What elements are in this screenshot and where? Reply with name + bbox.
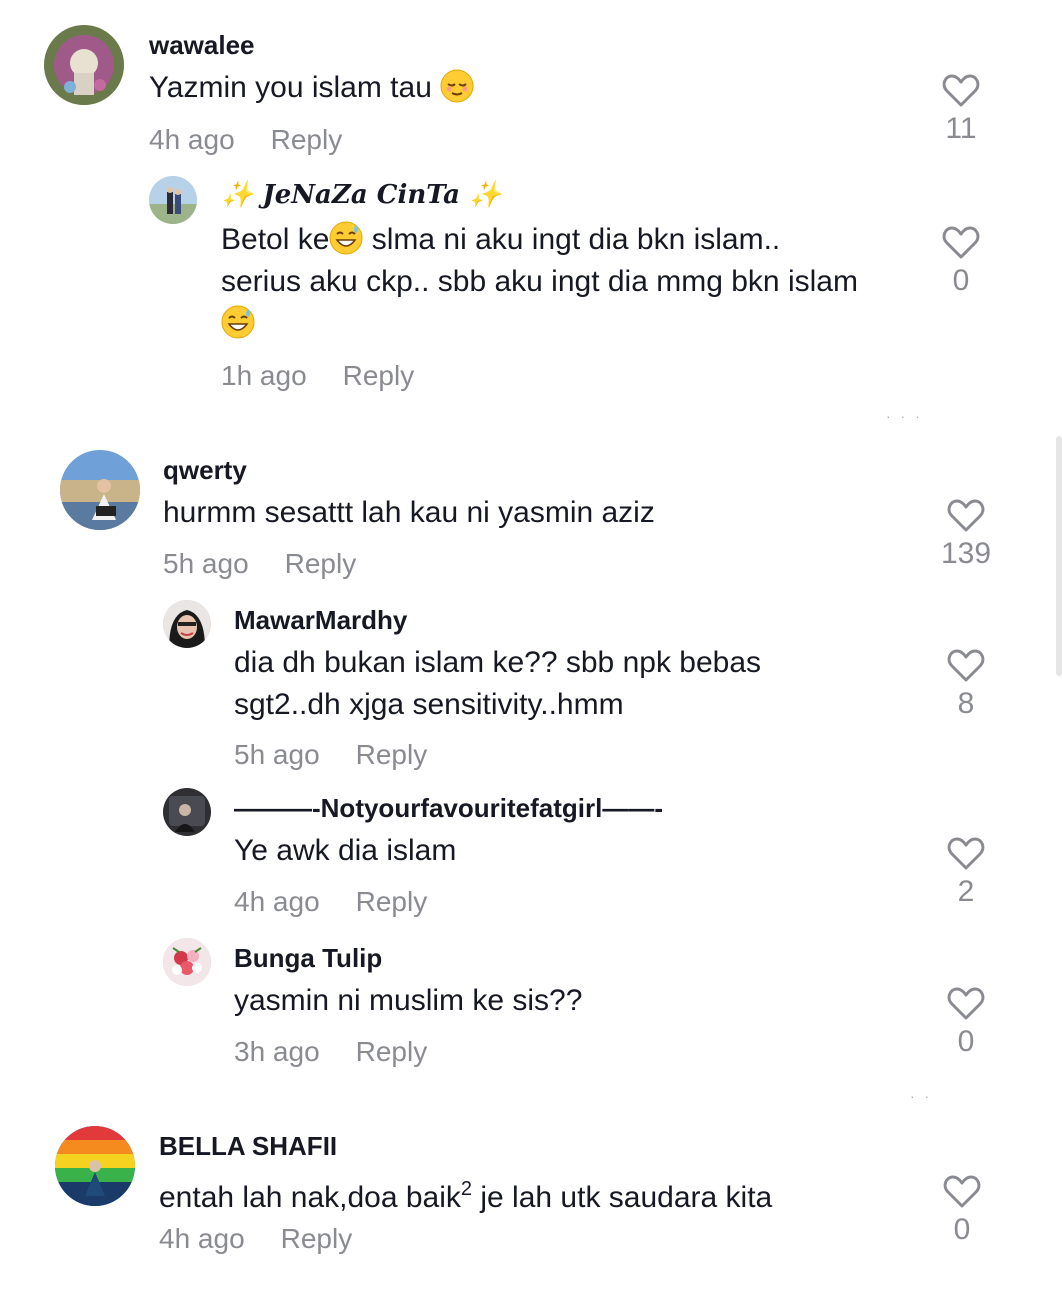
comment-username[interactable]: wawalee: [149, 30, 255, 61]
reply-text: yasmin ni muslim ke sis??: [234, 984, 583, 1017]
scrollbar[interactable]: [1056, 436, 1062, 676]
heart-outline-icon: [942, 74, 980, 107]
reply-username[interactable]: Bunga Tulip: [234, 943, 382, 974]
like-button[interactable]: 11: [926, 74, 996, 146]
reply-button[interactable]: Reply: [356, 739, 428, 770]
avatar[interactable]: [149, 176, 197, 224]
reply-username[interactable]: ———-Notyourfavouritefatgirl——-: [234, 793, 663, 824]
comment-meta: 5h ago Reply: [163, 548, 356, 580]
timestamp: 5h ago: [163, 548, 249, 579]
reply-meta: 3h ago Reply: [234, 1036, 427, 1068]
comment-text: entah lah nak,doa baik2 je lah utk sauda…: [159, 1168, 772, 1219]
reply-text: Betol ke slma ni aku ingt dia bkn islam.…: [221, 219, 861, 345]
reply-username-text: JeNaZa CinTa: [262, 180, 460, 210]
timestamp: 1h ago: [221, 360, 307, 391]
like-count: 0: [957, 1025, 975, 1058]
timestamp: 4h ago: [159, 1223, 245, 1254]
like-button[interactable]: 0: [926, 226, 996, 298]
heart-outline-icon: [947, 837, 985, 870]
like-button[interactable]: 139: [931, 499, 1001, 571]
avatar[interactable]: [44, 25, 124, 105]
reply-meta: 1h ago Reply: [221, 360, 414, 392]
timestamp: 4h ago: [149, 124, 235, 155]
reply-meta: 4h ago Reply: [234, 886, 427, 918]
divider-dots: · · ·: [886, 408, 923, 424]
like-count: 0: [953, 1213, 971, 1246]
avatar[interactable]: [163, 600, 211, 648]
like-count: 2: [957, 875, 975, 908]
like-button[interactable]: 0: [931, 987, 1001, 1059]
heart-outline-icon: [947, 499, 985, 532]
sparkles-icon: ✨: [221, 180, 254, 210]
timestamp: 4h ago: [234, 886, 320, 917]
comment-text-part: entah lah nak,doa baik: [159, 1181, 461, 1214]
reply-username[interactable]: MawarMardhy: [234, 605, 407, 636]
avatar[interactable]: [55, 1126, 135, 1206]
comment-username[interactable]: qwerty: [163, 455, 247, 486]
like-button[interactable]: 8: [931, 649, 1001, 721]
timestamp: 5h ago: [234, 739, 320, 770]
comment-username[interactable]: BELLA SHAFII: [159, 1131, 337, 1162]
reply-button[interactable]: Reply: [356, 1036, 428, 1067]
heart-outline-icon: [947, 649, 985, 682]
reply-text-part: Betol ke: [221, 223, 330, 256]
reply-username[interactable]: ✨ JeNaZa CinTa ✨: [221, 180, 501, 210]
heart-outline-icon: [942, 226, 980, 259]
like-button[interactable]: 0: [927, 1175, 997, 1247]
reply-text: Ye awk dia islam: [234, 834, 457, 867]
comment-meta: 4h ago Reply: [159, 1223, 352, 1255]
reply-button[interactable]: Reply: [281, 1223, 353, 1254]
heart-outline-icon: [943, 1175, 981, 1208]
timestamp: 3h ago: [234, 1036, 320, 1067]
reply-meta: 5h ago Reply: [234, 739, 427, 771]
comment-text-part: je lah utk saudara kita: [472, 1181, 773, 1214]
reply-button[interactable]: Reply: [356, 886, 428, 917]
avatar[interactable]: [163, 938, 211, 986]
like-count: 8: [957, 687, 975, 720]
comment-text-superscript: 2: [460, 1178, 473, 1200]
divider-dots: · ·: [910, 1088, 933, 1104]
reply-button[interactable]: Reply: [271, 124, 343, 155]
reply-button[interactable]: Reply: [343, 360, 415, 391]
comment-meta: 4h ago Reply: [149, 124, 342, 156]
like-count: 0: [952, 264, 970, 297]
comment-text: Yazmin you islam tau: [149, 67, 474, 109]
relieved-face-emoji-icon: [440, 69, 474, 103]
like-button[interactable]: 2: [931, 837, 1001, 909]
comment-text-body: Yazmin you islam tau: [149, 71, 432, 104]
grinning-sweat-face-icon: [221, 305, 255, 339]
avatar[interactable]: [60, 450, 140, 530]
reply-button[interactable]: Reply: [285, 548, 357, 579]
comment-wawalee: wawalee Yazmin you islam tau 4h ago Reply…: [0, 0, 1062, 400]
grinning-sweat-face-icon: [329, 221, 363, 255]
comment-text: hurmm sesattt lah kau ni yasmin aziz: [163, 496, 655, 529]
like-count: 11: [945, 112, 977, 145]
heart-outline-icon: [947, 987, 985, 1020]
sparkles-icon: ✨: [469, 180, 502, 210]
like-count: 139: [940, 537, 992, 570]
reply-text: dia dh bukan islam ke?? sbb npk bebas sg…: [234, 646, 762, 721]
avatar[interactable]: [163, 788, 211, 836]
